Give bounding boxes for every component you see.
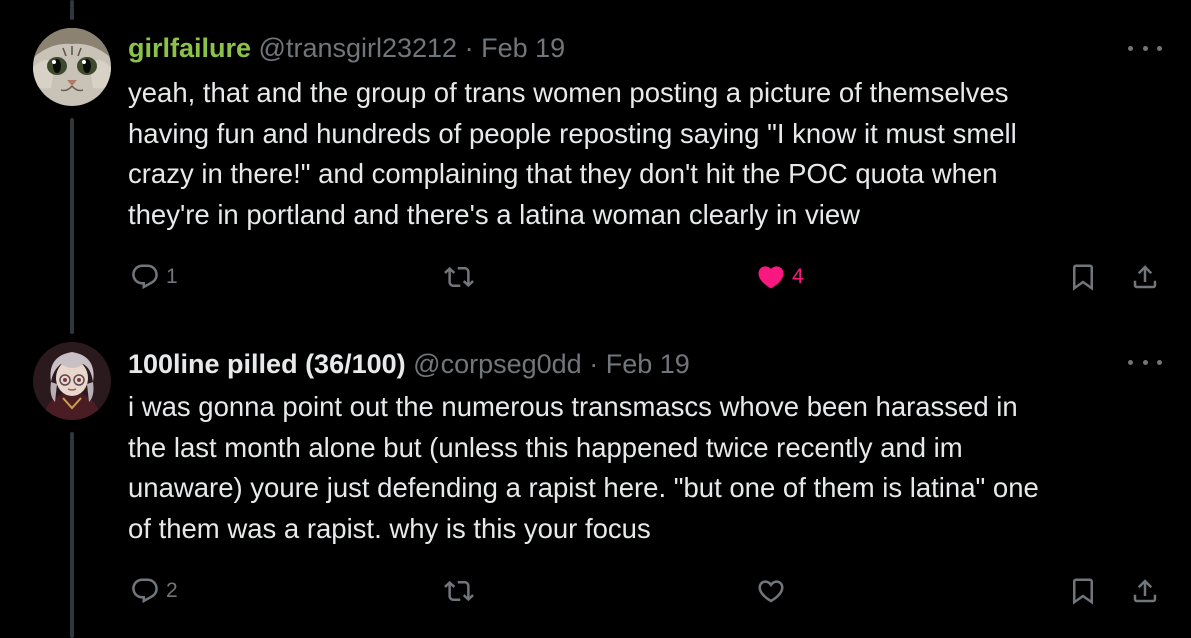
post-header: 100line pilled (36/100) @corpseg0dd · Fe…	[128, 348, 690, 380]
post-date[interactable]: Feb 19	[481, 33, 565, 63]
display-name[interactable]: 100line pilled (36/100)	[128, 349, 406, 379]
post-text: yeah, that and the group of trans women …	[128, 77, 1017, 230]
bookmark-button[interactable]	[1068, 576, 1098, 606]
heart-filled-icon	[758, 266, 784, 289]
reply-button[interactable]: 1	[130, 262, 178, 292]
like-button[interactable]	[756, 576, 792, 606]
more-dot-icon	[1142, 359, 1148, 365]
repost-button[interactable]	[444, 262, 474, 292]
heart-outline-icon	[758, 580, 784, 603]
more-dot-icon	[1128, 45, 1133, 51]
share-icon	[1133, 579, 1157, 603]
more-dot-icon	[1142, 45, 1148, 51]
avatar[interactable]	[33, 28, 111, 106]
like-button[interactable]: 4	[756, 262, 804, 292]
share-icon	[1133, 265, 1157, 289]
reply-count: 1	[166, 265, 178, 288]
bookmark-button[interactable]	[1068, 262, 1098, 292]
post-corpseg0dd[interactable]: 100line pilled (36/100) @corpseg0dd · Fe…	[0, 320, 1191, 638]
repost-button[interactable]	[444, 576, 474, 606]
reply-count: 2	[166, 579, 178, 602]
more-dot-icon	[1157, 45, 1162, 51]
separator: ·	[464, 33, 474, 63]
share-button[interactable]	[1130, 262, 1160, 292]
repost-icon	[444, 266, 474, 288]
share-button[interactable]	[1130, 576, 1160, 606]
reply-icon	[132, 578, 158, 604]
more-options-button[interactable]	[1128, 38, 1162, 58]
separator: ·	[589, 349, 599, 379]
post-header: girlfailure @transgirl23212 · Feb 19	[128, 32, 565, 64]
avatar[interactable]	[33, 342, 111, 420]
repost-icon	[444, 580, 474, 602]
handle[interactable]: @transgirl23212	[259, 33, 458, 63]
cat-avatar-icon	[33, 28, 111, 106]
bookmark-icon	[1073, 578, 1093, 605]
more-dot-icon	[1157, 359, 1162, 365]
post-girlfailure[interactable]: girlfailure @transgirl23212 · Feb 19 yea…	[0, 0, 1191, 320]
bookmark-icon	[1073, 264, 1093, 291]
like-count: 4	[792, 265, 804, 288]
more-options-button[interactable]	[1128, 352, 1162, 372]
reply-button[interactable]: 2	[130, 576, 178, 606]
more-dot-icon	[1128, 359, 1133, 365]
handle[interactable]: @corpseg0dd	[413, 349, 582, 379]
post-text: i was gonna point out the numerous trans…	[128, 391, 1039, 544]
anime-character-avatar-icon	[33, 342, 111, 420]
reply-icon	[132, 264, 158, 290]
post-date[interactable]: Feb 19	[606, 349, 690, 379]
display-name[interactable]: girlfailure	[128, 33, 251, 63]
